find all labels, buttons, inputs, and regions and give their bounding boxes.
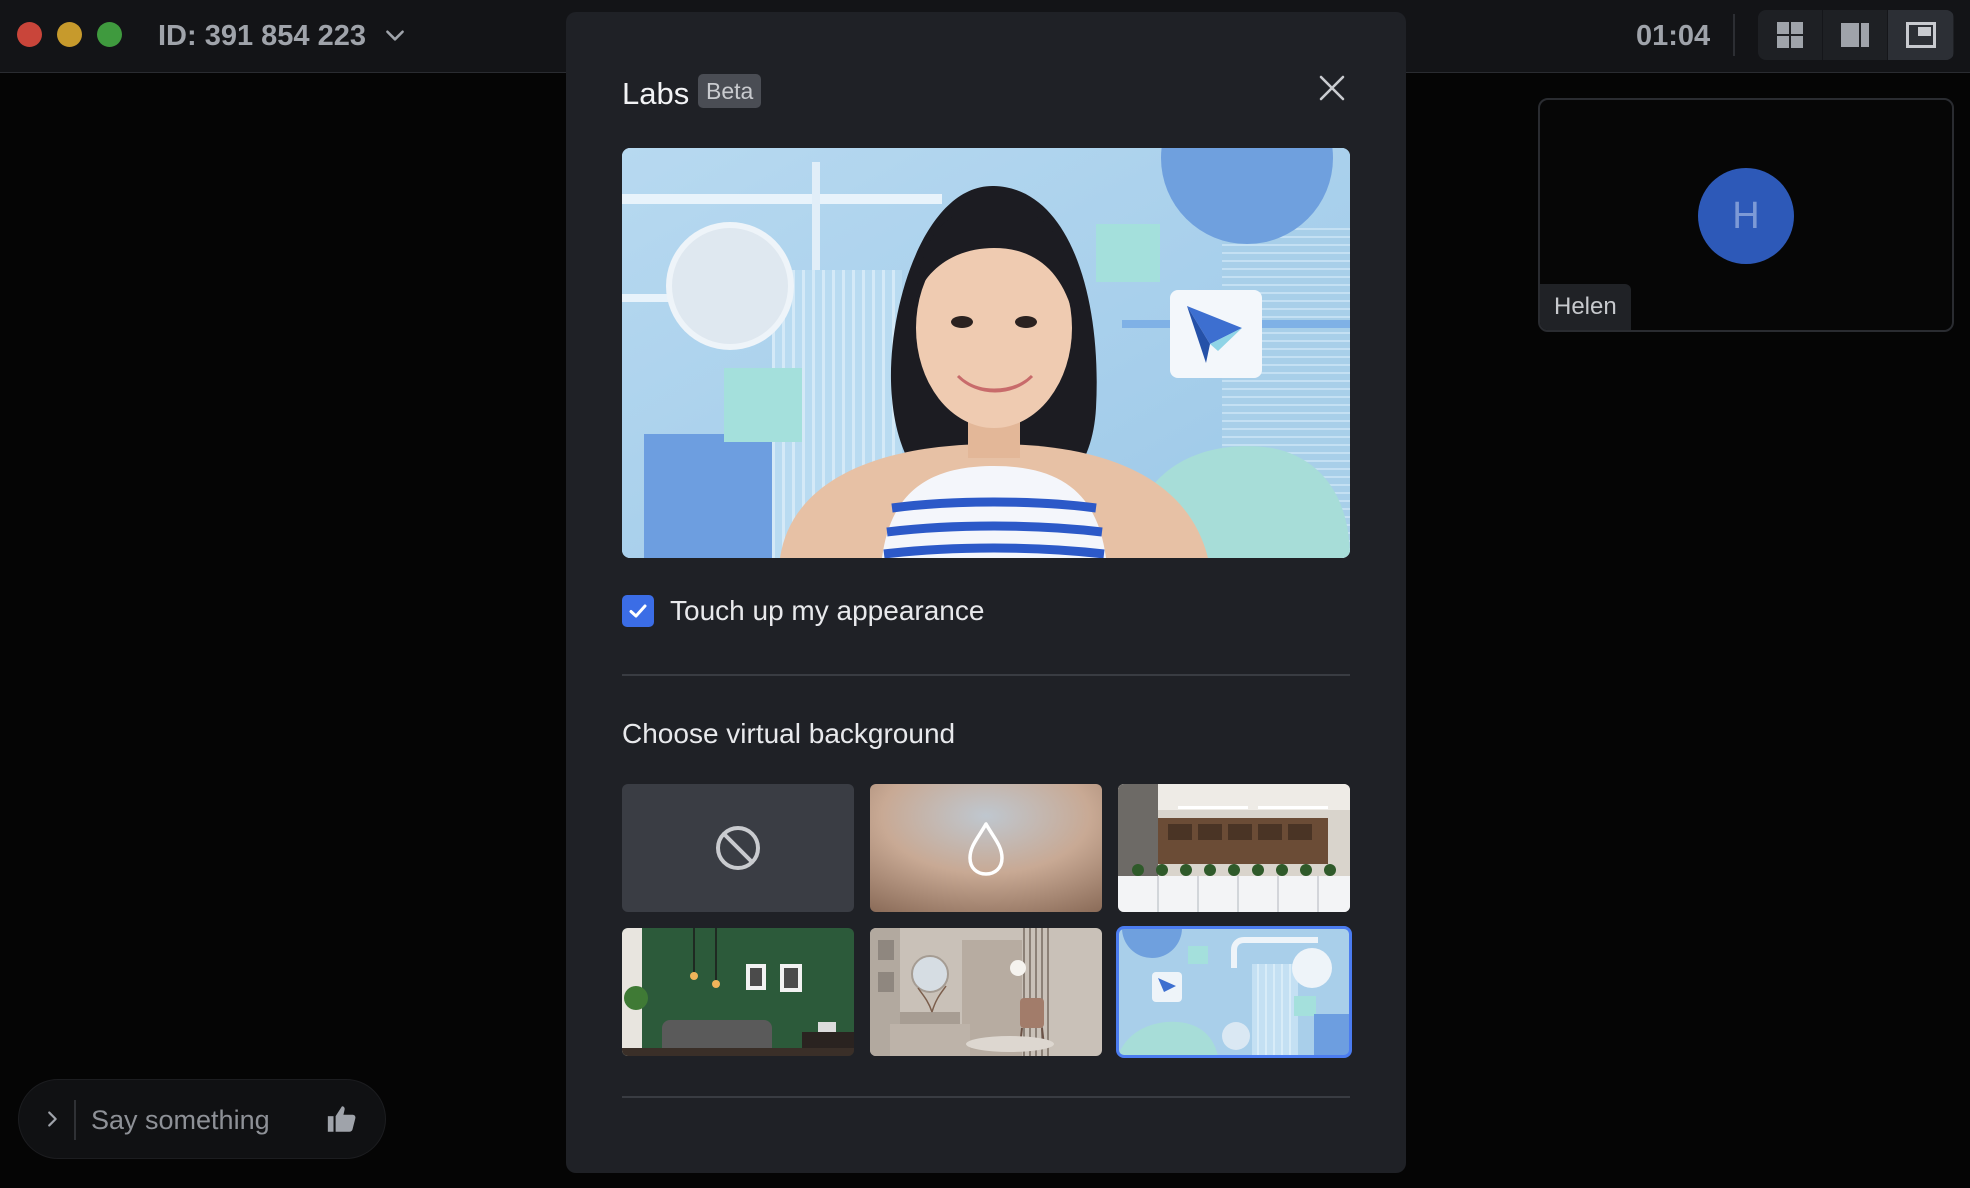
labs-dialog: Labs Beta Touch up my appearance Choose … [566, 12, 1406, 1173]
background-option-blue-abstract[interactable] [1116, 926, 1352, 1058]
close-dialog-button[interactable] [1314, 70, 1350, 106]
participant-name: Helen [1540, 284, 1631, 330]
meeting-timer: 01:04 [1636, 20, 1711, 52]
divider [1733, 14, 1735, 56]
speaker-layout-icon [1841, 23, 1869, 47]
minimize-window-button[interactable] [57, 22, 82, 47]
virtual-background-heading: Choose virtual background [622, 718, 956, 749]
thumbs-up-icon[interactable] [325, 1102, 359, 1136]
touch-up-label[interactable]: Touch up my appearance [670, 593, 984, 629]
chat-input[interactable]: Say something [91, 1102, 270, 1138]
close-icon [1319, 75, 1345, 101]
no-background-icon [716, 826, 760, 870]
blur-background-thumbnail [870, 784, 1102, 912]
close-window-button[interactable] [17, 22, 42, 47]
checkmark-icon [629, 604, 647, 618]
dialog-title: Labs [622, 76, 690, 111]
pip-layout-button[interactable] [1888, 10, 1953, 60]
background-option-office[interactable] [1118, 784, 1350, 912]
maximize-window-button[interactable] [97, 22, 122, 47]
virtual-background-grid [622, 784, 1352, 1060]
divider [622, 1096, 1350, 1098]
background-option-none[interactable] [622, 784, 854, 912]
touch-up-checkbox[interactable] [622, 595, 654, 627]
avatar: H [1698, 168, 1794, 264]
camera-preview-image [622, 148, 1350, 558]
green-room-background-thumbnail [622, 928, 854, 1056]
divider [74, 1100, 76, 1140]
background-option-blur[interactable] [870, 784, 1102, 912]
grid-layout-icon [1777, 22, 1803, 48]
blue-abstract-background-thumbnail [1118, 928, 1350, 1056]
office-background-thumbnail [1118, 784, 1350, 912]
participant-tile[interactable]: H Helen [1538, 98, 1954, 332]
pip-layout-icon [1905, 22, 1936, 48]
chat-bar: Say something [18, 1079, 386, 1159]
divider [622, 674, 1350, 676]
background-option-beige-room[interactable] [870, 928, 1102, 1056]
chevron-right-icon[interactable] [41, 1108, 63, 1130]
chevron-down-icon[interactable] [382, 22, 408, 48]
grid-layout-button[interactable] [1758, 10, 1823, 60]
camera-preview [622, 148, 1350, 558]
background-option-green-living-room[interactable] [622, 928, 854, 1056]
speaker-layout-button[interactable] [1823, 10, 1888, 60]
beta-badge: Beta [698, 74, 762, 108]
meeting-id[interactable]: ID: 391 854 223 [158, 16, 366, 56]
beige-room-background-thumbnail [870, 928, 1102, 1056]
layout-switcher [1758, 10, 1954, 60]
